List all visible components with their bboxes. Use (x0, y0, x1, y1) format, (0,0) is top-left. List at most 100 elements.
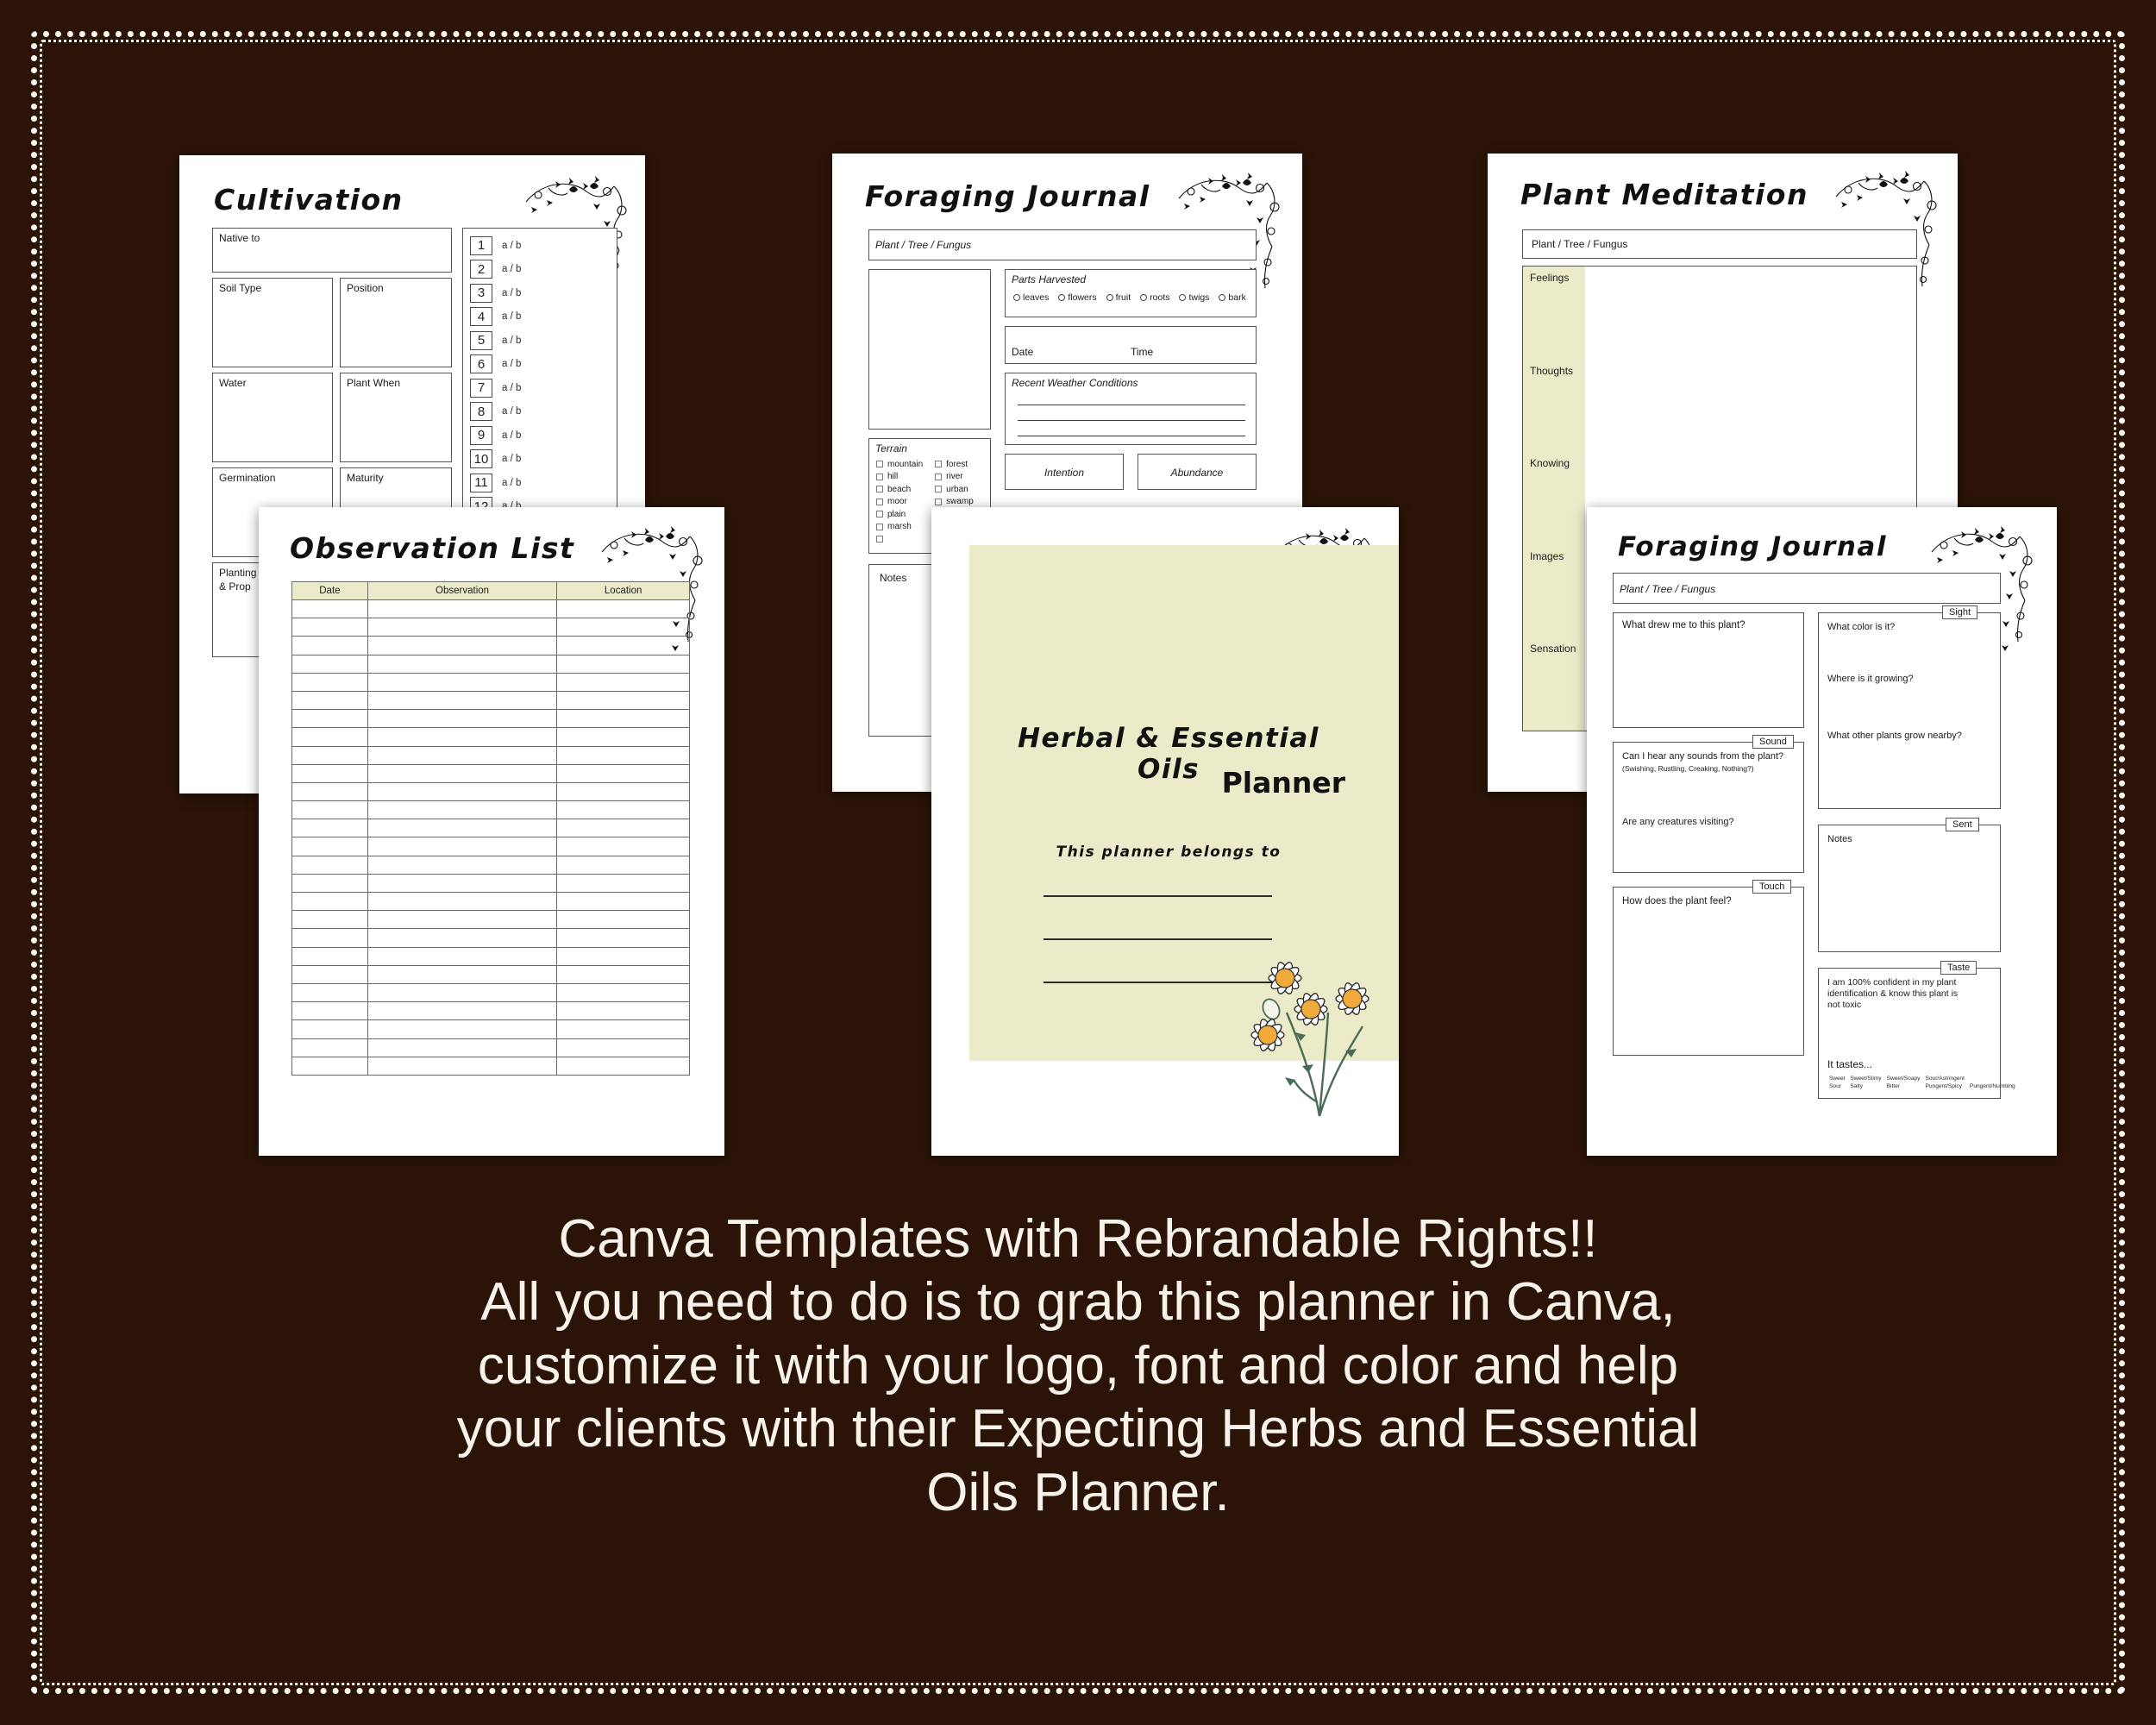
table-cell[interactable] (291, 1001, 368, 1021)
terrain-checkbox-item[interactable]: mountain (876, 458, 923, 471)
field-plant-tree-fungus[interactable]: Plant / Tree / Fungus (1613, 573, 2001, 604)
table-row[interactable] (291, 1001, 690, 1021)
table-cell[interactable] (291, 709, 368, 729)
table-cell[interactable] (367, 618, 558, 637)
table-cell[interactable] (291, 727, 368, 747)
table-cell[interactable] (556, 910, 690, 930)
table-cell[interactable] (367, 636, 558, 656)
table-cell[interactable] (556, 800, 690, 820)
terrain-checkbox-item[interactable] (876, 533, 923, 546)
terrain-checkbox-item[interactable]: forest (935, 458, 974, 471)
table-cell[interactable] (556, 1056, 690, 1076)
table-row[interactable] (291, 819, 690, 838)
terrain-checkbox-item[interactable]: marsh (876, 521, 923, 534)
option-ab-label[interactable]: a / b (502, 430, 521, 441)
taste-option[interactable]: Salty (1850, 1083, 1881, 1089)
table-cell[interactable] (556, 891, 690, 912)
radio-circle-icon[interactable] (1219, 294, 1226, 301)
numbered-list-row[interactable]: 7 a / b (470, 376, 521, 400)
table-row[interactable] (291, 928, 690, 948)
option-ab-label[interactable]: a / b (502, 336, 521, 346)
table-row[interactable] (291, 1038, 690, 1057)
radio-circle-icon[interactable] (1140, 294, 1148, 301)
table-cell[interactable] (367, 928, 558, 948)
taste-options[interactable]: Sweet Sweet/Slimy Sweet/Soapy Sour/Astringe… (1829, 1076, 2015, 1089)
table-row[interactable] (291, 982, 690, 1003)
taste-option[interactable]: Sour (1829, 1083, 1845, 1089)
table-row[interactable] (291, 709, 690, 729)
table-cell[interactable] (291, 891, 368, 912)
table-cell[interactable] (291, 654, 368, 674)
taste-option[interactable]: Sweet/Soapy (1887, 1076, 1921, 1082)
table-cell[interactable] (291, 672, 368, 692)
page-observation-list[interactable]: Observation List Date Observation Locati… (259, 507, 724, 1156)
table-cell[interactable] (291, 982, 368, 1003)
table-cell[interactable] (291, 855, 368, 875)
numbered-list-row[interactable]: 8 a / b (470, 400, 521, 424)
table-cell[interactable] (291, 964, 368, 984)
table-row[interactable] (291, 891, 690, 912)
table-row[interactable] (291, 800, 690, 820)
table-cell[interactable] (367, 781, 558, 802)
checkbox-icon[interactable] (935, 461, 943, 468)
table-cell[interactable] (556, 690, 690, 711)
table-cell[interactable] (291, 946, 368, 966)
field-plant-tree-fungus[interactable]: Plant / Tree / Fungus (868, 229, 1257, 260)
table-cell[interactable] (367, 1056, 558, 1076)
table-row[interactable] (291, 636, 690, 656)
terrain-checkbox-item[interactable]: hill (876, 471, 923, 484)
radio-circle-icon[interactable] (1106, 294, 1113, 301)
weather-panel[interactable]: Recent Weather Conditions (1005, 373, 1257, 445)
table-row[interactable] (291, 1019, 690, 1039)
table-cell[interactable] (367, 837, 558, 856)
field-native-to[interactable]: Native to (212, 228, 452, 273)
table-cell[interactable] (291, 837, 368, 856)
table-cell[interactable] (291, 599, 368, 619)
table-row[interactable] (291, 672, 690, 692)
table-row[interactable] (291, 946, 690, 966)
terrain-checkbox-item[interactable]: beach (876, 483, 923, 496)
observation-table[interactable]: Date Observation Location (291, 581, 690, 1076)
radio-option[interactable]: bark (1219, 292, 1246, 303)
taste-option[interactable]: Pungent/Spicy (1925, 1083, 1964, 1089)
option-ab-label[interactable]: a / b (502, 383, 521, 393)
table-cell[interactable] (291, 800, 368, 820)
table-cell[interactable] (556, 928, 690, 948)
table-cell[interactable] (291, 910, 368, 930)
terrain-checkbox-item[interactable]: urban (935, 483, 974, 496)
taste-option[interactable]: Pungent/Numbing (1970, 1083, 2015, 1089)
field-position[interactable]: Position (340, 278, 452, 367)
checkbox-icon[interactable] (876, 523, 883, 530)
page-cover[interactable]: Herbal & Essential Oils Planner This pla… (931, 507, 1399, 1156)
terrain-checkbox-item[interactable]: plain (876, 508, 923, 521)
table-cell[interactable] (291, 1019, 368, 1039)
numbered-list-row[interactable]: 11 a / b (470, 471, 521, 495)
terrain-checkbox-item[interactable]: moor (876, 496, 923, 509)
table-cell[interactable] (367, 910, 558, 930)
taste-option[interactable]: Bitter (1887, 1083, 1921, 1089)
checkbox-icon[interactable] (876, 486, 883, 493)
abundance-panel[interactable]: Abundance (1138, 454, 1257, 490)
date-time-panel[interactable]: Date Time (1005, 326, 1257, 364)
table-cell[interactable] (291, 873, 368, 894)
panel-sound[interactable]: Can I hear any sounds from the plant? (S… (1613, 742, 1804, 873)
taste-option[interactable] (1970, 1076, 2015, 1082)
table-cell[interactable] (367, 891, 558, 912)
option-ab-label[interactable]: a / b (502, 454, 521, 464)
numbered-list-row[interactable]: 6 a / b (470, 353, 521, 377)
table-cell[interactable] (556, 781, 690, 802)
checkbox-icon[interactable] (876, 536, 883, 543)
table-row[interactable] (291, 873, 690, 894)
field-plant-when[interactable]: Plant When (340, 373, 452, 462)
table-row[interactable] (291, 745, 690, 765)
table-cell[interactable] (291, 1038, 368, 1057)
table-cell[interactable] (556, 672, 690, 692)
panel-sight[interactable]: What color is it? Where is it growing? W… (1818, 612, 2001, 809)
panel-touch[interactable]: How does the plant feel? (1613, 887, 1804, 1056)
table-cell[interactable] (556, 654, 690, 674)
table-cell[interactable] (291, 745, 368, 765)
table-cell[interactable] (556, 727, 690, 747)
table-cell[interactable] (367, 672, 558, 692)
field-soil-type[interactable]: Soil Type (212, 278, 333, 367)
table-cell[interactable] (367, 946, 558, 966)
